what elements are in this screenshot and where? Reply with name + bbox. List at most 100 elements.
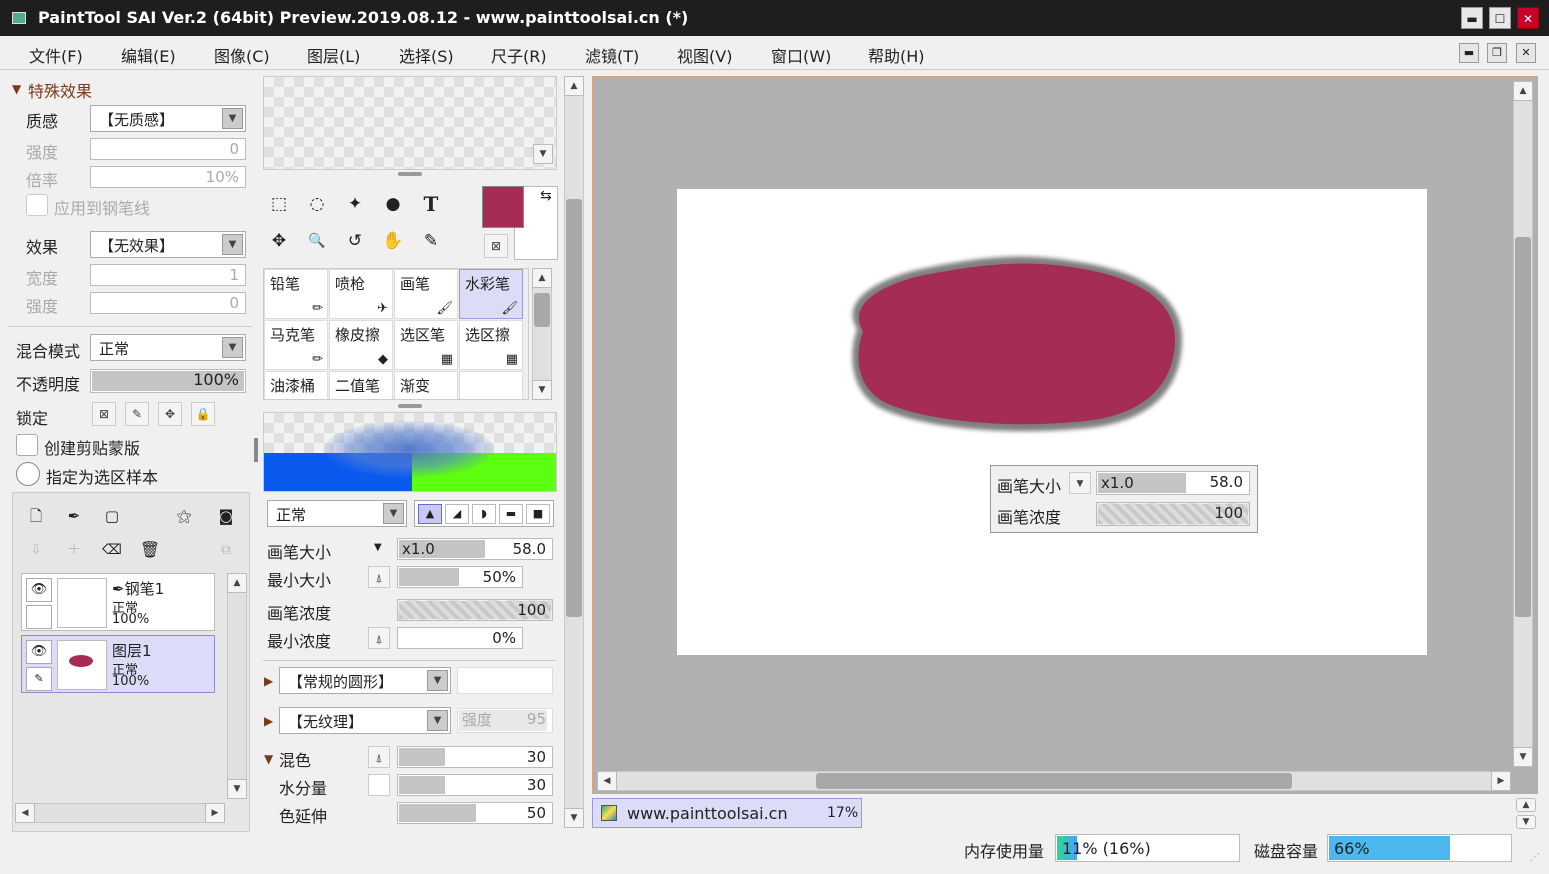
tab-scroll-down-icon[interactable]: ▼ [1516,815,1536,829]
eye-icon[interactable]: 👁 [26,640,52,664]
brush-scrollbar[interactable]: ▲ ▼ [532,268,552,400]
chevron-down-icon[interactable]: ▼ [1069,472,1091,494]
popup-density-slider[interactable]: 100 [1096,502,1250,526]
pressure-icon[interactable]: ⍋ [368,627,390,649]
brush-item[interactable]: 画笔 🖌 [394,269,458,319]
maximize-button[interactable]: ☐ [1489,7,1511,29]
zoom-icon[interactable]: 🔍 [300,224,334,258]
new-folder-icon[interactable]: ▢ [95,499,129,533]
close-button[interactable]: ✕ [1517,7,1539,29]
brush-blend-select[interactable]: 正常 ▼ [267,500,407,527]
texture-strength-slider[interactable]: 强度 95 [457,708,553,733]
shape-strength-field[interactable] [457,667,553,694]
lock-paint-icon[interactable]: ✎ [125,402,149,426]
brush-size-slider[interactable]: x1.0 58.0 [397,538,553,560]
scroll-thumb[interactable] [534,293,550,327]
text-tool-icon[interactable]: T [414,187,448,221]
shape-sharp-icon[interactable]: ▲ [418,504,442,524]
rect-select-icon[interactable]: ⬚ [262,187,296,221]
scroll-thumb[interactable] [1515,237,1531,617]
mdi-close-button[interactable]: ✕ [1516,43,1536,63]
rotate-icon[interactable]: ↺ [338,224,372,258]
brush-item[interactable] [459,371,523,399]
layer-scrollbar[interactable]: ▲ ▼ [227,573,247,799]
brush-item[interactable]: 喷枪 ✈ [329,269,393,319]
splitter-handle[interactable] [398,404,422,408]
pressure-icon[interactable]: ⍋ [368,566,390,588]
add-icon[interactable]: ＋ [57,533,91,567]
minimize-button[interactable]: ▬ [1461,7,1483,29]
menu-file[interactable]: 文件(F) [29,43,83,67]
scroll-down-icon[interactable]: ▼ [227,779,247,799]
canvas-page[interactable]: 画笔大小 ▼ x1.0 58.0 画笔浓度 100 [677,189,1427,655]
strength-slider[interactable]: 0 [90,138,246,160]
scroll-right-icon[interactable]: ▶ [1491,771,1511,791]
primary-color[interactable] [482,186,524,228]
effect-select[interactable]: 【无效果】 ▼ [90,231,246,258]
brush-item[interactable]: 选区擦 ▦ [459,320,523,370]
menu-ruler[interactable]: 尺子(R) [491,43,547,67]
swap-colors-icon[interactable]: ⇆ [540,188,552,204]
mix-slider[interactable]: 30 [397,746,553,768]
menu-view[interactable]: 视图(V) [677,43,732,67]
blend-mode-select[interactable]: 正常 ▼ [90,334,246,361]
popup-size-slider[interactable]: x1.0 58.0 [1096,471,1250,495]
new-pen-layer-icon[interactable]: ✒ [57,499,91,533]
pencil-icon[interactable]: ✎ [26,667,52,691]
brush-item[interactable]: 铅笔 ✏ [264,269,328,319]
clear-layer-icon[interactable]: ⌫ [95,533,129,567]
opacity-slider[interactable]: 100% [90,369,246,393]
merge-down-icon[interactable]: ⇩ [19,533,53,567]
scroll-up-icon[interactable]: ▲ [532,268,552,288]
strength2-slider[interactable]: 0 [90,292,246,314]
splitter-handle[interactable] [398,172,422,176]
layer-item[interactable]: 👁 ✎ 图层1 正常 100% [21,635,215,693]
shape-icon[interactable]: ● [376,187,410,221]
layer-mask-icon[interactable]: ◙ [209,499,243,533]
scroll-left-icon[interactable]: ◀ [15,803,35,823]
new-layer-icon[interactable]: 🗋 [19,499,53,533]
lasso-icon[interactable]: ◌ [300,187,334,221]
shape-flat-icon[interactable]: ▬ [499,504,523,524]
density-slider[interactable]: 100 [397,599,553,621]
tab-scroll-up-icon[interactable]: ▲ [1516,798,1536,812]
scroll-right-icon[interactable]: ▶ [205,803,225,823]
clip-mask-checkbox[interactable] [16,434,38,456]
brush-item[interactable]: 二值笔 [329,371,393,399]
hand-icon[interactable]: ✋ [376,224,410,258]
layer-effect-icon[interactable]: ⚝ [167,499,201,533]
menu-edit[interactable]: 编辑(E) [121,43,176,67]
chevron-down-icon[interactable]: ▼ [374,542,382,553]
lock-transparency-icon[interactable]: ⊠ [92,402,116,426]
chevron-down-icon[interactable]: ▼ [533,144,553,164]
texture-select[interactable]: 【无质感】 ▼ [90,105,246,132]
brush-item[interactable]: 选区笔 ▦ [394,320,458,370]
scroll-down-icon[interactable]: ▼ [564,808,584,828]
eye-icon[interactable]: 👁 [26,578,52,602]
selection-sample-radio[interactable] [16,462,40,486]
scroll-left-icon[interactable]: ◀ [597,771,617,791]
scroll-up-icon[interactable]: ▲ [1513,81,1533,101]
transparent-color-icon[interactable]: ⊠ [484,234,508,258]
canvas-hscrollbar[interactable]: ◀ ▶ [597,771,1511,791]
tool-panel-scrollbar[interactable]: ▲ ▼ [564,76,584,828]
brush-item[interactable]: 橡皮擦 ◆ [329,320,393,370]
expand-triangle-icon[interactable]: ▶ [264,714,273,728]
scroll-down-icon[interactable]: ▼ [532,380,552,400]
lock-all-icon[interactable]: 🔒 [191,402,215,426]
brush-item[interactable]: 马克笔 ✏ [264,320,328,370]
mdi-minimize-button[interactable]: ▬ [1459,43,1479,63]
resize-grip-icon[interactable]: ⋰ [1530,852,1540,863]
width-slider[interactable]: 1 [90,264,246,286]
shape-medium-icon[interactable]: ◗ [472,504,496,524]
magic-wand-icon[interactable]: ✦ [338,187,372,221]
apply-pen-checkbox[interactable] [26,194,48,216]
move-icon[interactable]: ✥ [262,224,296,258]
layer-hscrollbar[interactable]: ◀ ▶ [15,803,225,823]
brush-texture-select[interactable]: 【无纹理】 ▼ [279,707,451,734]
pressure-icon[interactable]: ⍋ [368,746,390,768]
shape-square-icon[interactable]: ■ [526,504,550,524]
canvas-vscrollbar[interactable]: ▲ ▼ [1513,81,1533,767]
layer-item[interactable]: 👁 ✒钢笔1 正常 100% [21,573,215,631]
scroll-thumb[interactable] [566,199,582,617]
